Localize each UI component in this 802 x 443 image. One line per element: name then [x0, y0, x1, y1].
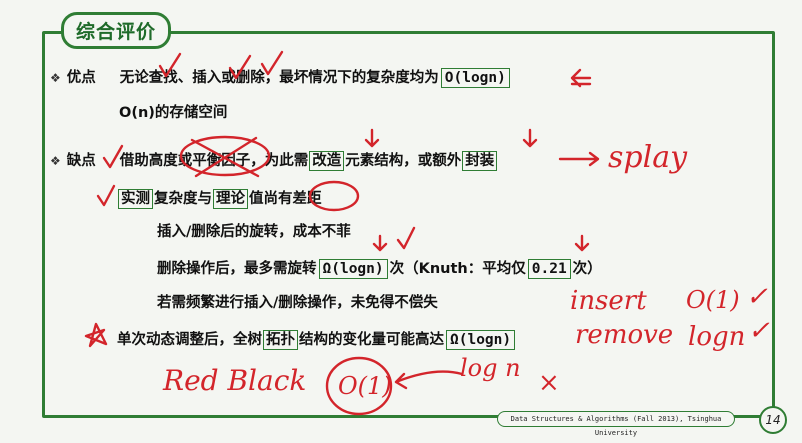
cons-row-1: ❖ 缺点 借助高度或平衡因子，为此需 改造 元素结构，或额外 封装 — [50, 149, 498, 171]
pros-text-1: 无论查找、插入或删除，最坏情况下的复杂度均为 — [119, 70, 439, 86]
annotation-splay: splay — [608, 140, 688, 175]
pros-complexity-box: O(logn) — [440, 68, 510, 88]
annotation-logn-bottom: log n — [460, 354, 521, 382]
cons-text-2b: 值尚有差距 — [249, 191, 322, 207]
cons-text-4a: 删除操作后，最多需旋转 — [157, 261, 317, 277]
cons-box-wrap: 封装 — [462, 151, 498, 171]
cons-box-theory: 理论 — [213, 189, 248, 209]
page-number: 14 — [759, 406, 787, 434]
pros-row-1: ❖ 优点 无论查找、插入或删除，最坏情况下的复杂度均为 O(logn) — [50, 66, 512, 88]
cons-row-6: 单次动态调整后，全树 拓扑 结构的变化量可能高达 Ω(logn) — [117, 328, 517, 350]
pros-label: 优点 — [66, 70, 96, 86]
annotation-check-o1: ✓ — [746, 282, 768, 312]
annotation-redblack: Red Black — [163, 364, 307, 397]
cons-box-topology: 拓扑 — [263, 330, 298, 350]
content-frame — [42, 31, 775, 418]
cons-text-3: 插入/删除后的旋转，成本不菲 — [157, 224, 351, 240]
cons-omega-box: Ω(logn) — [318, 259, 388, 279]
cons-box-modify: 改造 — [309, 151, 345, 171]
annotation-cross: × — [538, 368, 560, 398]
cons-text-4b: 次（Knuth：平均仅 — [389, 261, 526, 277]
cons-text-1b: 元素结构，或额外 — [345, 153, 462, 169]
cons-text-2a: 复杂度与 — [154, 191, 212, 207]
pros-row-2: O(n)的存储空间 — [119, 101, 227, 122]
cons-knuth-box: 0.21 — [527, 259, 571, 279]
cons-text-5: 若需频繁进行插入/删除操作，未免得不偿失 — [157, 295, 438, 311]
annotation-insert: insert — [570, 286, 647, 316]
diamond-bullet-icon: ❖ — [50, 71, 61, 85]
annotation-o1-top: O(1) — [686, 286, 740, 314]
annotation-check-logn: ✓ — [748, 316, 770, 346]
cons-label: 缺点 — [66, 153, 96, 169]
cons-text-1a: 借助高度或平衡因子，为此需 — [119, 153, 309, 169]
footer-course: Data Structures & Algorithms (Fall 2013)… — [497, 411, 735, 437]
cons-row-2: 实测 复杂度与 理论 值尚有差距 — [117, 187, 322, 209]
page-title: 综合评价 — [61, 12, 172, 49]
annotation-remove: remove — [575, 320, 674, 350]
cons-row-3: 插入/删除后的旋转，成本不菲 — [157, 220, 351, 241]
pros-text-2: O(n)的存储空间 — [119, 105, 228, 121]
cons-text-6a: 单次动态调整后，全树 — [117, 332, 262, 348]
cons-row-5: 若需频繁进行插入/删除操作，未免得不偿失 — [157, 291, 438, 312]
cons-omega-box-2: Ω(logn) — [446, 330, 516, 350]
annotation-logn-right: logn — [688, 322, 746, 352]
cons-box-measured: 实测 — [118, 189, 153, 209]
cons-row-4: 删除操作后，最多需旋转 Ω(logn) 次（Knuth：平均仅 0.21 次） — [157, 257, 602, 279]
annotation-o1-circled: O(1) — [338, 372, 392, 400]
diamond-bullet-icon: ❖ — [50, 154, 61, 168]
cons-text-4c: 次） — [572, 261, 602, 277]
cons-text-6b: 结构的变化量可能高达 — [299, 332, 444, 348]
